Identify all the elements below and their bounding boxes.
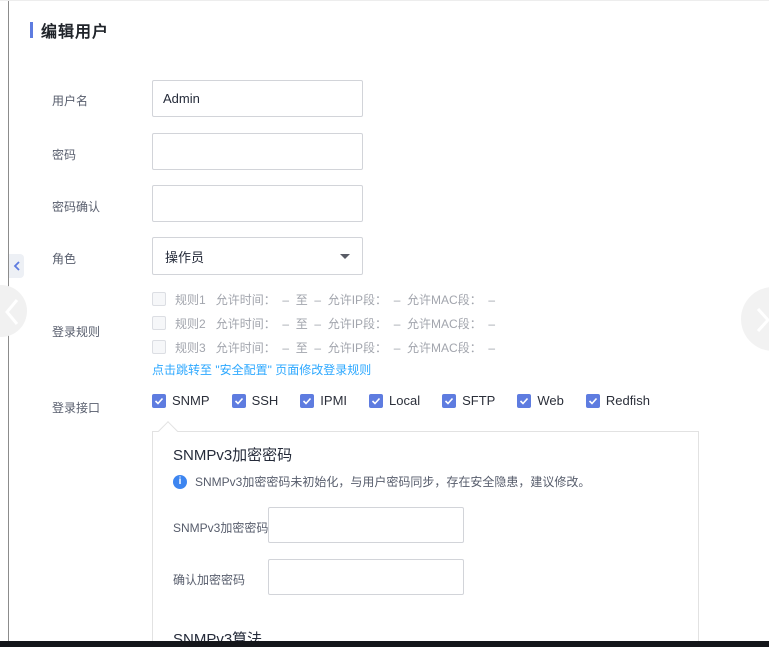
rule-detail: 允许时间： – 至 – 允许IP段： – 允许MAC段： –	[216, 315, 495, 332]
login-rule-row: 规则1 允许时间： – 至 – 允许IP段： – 允许MAC段： –	[152, 287, 495, 311]
checkbox-checked-icon	[300, 394, 314, 408]
interface-option-label: IPMI	[320, 393, 347, 408]
role-select-value: 操作员	[165, 247, 204, 266]
password-label: 密码	[52, 146, 76, 163]
rule-name: 规则1	[175, 291, 206, 308]
edit-user-page: 编辑用户 用户名 密码 密码确认 角色 操作员 登录规则 规则1 允许时间： –…	[0, 0, 769, 647]
interface-option-web[interactable]: Web	[517, 393, 564, 408]
interface-option-ssh[interactable]: SSH	[232, 393, 279, 408]
interface-option-local[interactable]: Local	[369, 393, 420, 408]
rule2-checkbox	[152, 316, 166, 330]
snmpv3-password-confirm-label: 确认加密密码	[173, 571, 245, 588]
snmpv3-password-input[interactable]	[268, 507, 464, 543]
interface-option-snmp[interactable]: SNMP	[152, 393, 210, 408]
password-confirm-input[interactable]	[152, 185, 363, 222]
snmpv3-password-label: SNMPv3加密密码	[173, 519, 268, 536]
chevron-left-icon	[5, 298, 19, 326]
checkbox-checked-icon	[232, 394, 246, 408]
info-icon: i	[173, 475, 187, 489]
username-label: 用户名	[52, 92, 88, 109]
checkbox-checked-icon	[369, 394, 383, 408]
page-title-text: 编辑用户	[41, 18, 109, 42]
rule-name: 规则3	[175, 339, 206, 356]
interface-option-label: Web	[537, 393, 564, 408]
checkbox-checked-icon	[442, 394, 456, 408]
login-interfaces-group: SNMP SSH IPMI Local SFTP Web Redfish	[152, 393, 650, 408]
interface-option-redfish[interactable]: Redfish	[586, 393, 650, 408]
interface-option-label: SNMP	[172, 393, 210, 408]
snmpv3-info-row: i SNMPv3加密密码未初始化，与用户密码同步，存在安全隐患，建议修改。	[173, 473, 590, 490]
rule-detail: 允许时间： – 至 – 允许IP段： – 允许MAC段： –	[216, 291, 495, 308]
chevron-down-icon	[340, 254, 350, 259]
interface-option-ipmi[interactable]: IPMI	[300, 393, 347, 408]
rule3-checkbox	[152, 340, 166, 354]
password-confirm-label: 密码确认	[52, 198, 100, 215]
snmpv3-password-confirm-input[interactable]	[268, 559, 464, 595]
password-input[interactable]	[152, 133, 363, 170]
chevron-right-icon	[756, 307, 769, 333]
interface-option-label: Local	[389, 393, 420, 408]
snmpv3-info-text: SNMPv3加密密码未初始化，与用户密码同步，存在安全隐患，建议修改。	[195, 473, 590, 490]
snmpv3-panel-title: SNMPv3加密密码	[173, 444, 292, 465]
chevron-left-icon	[13, 261, 21, 271]
interface-option-sftp[interactable]: SFTP	[442, 393, 495, 408]
title-accent-bar	[30, 22, 33, 38]
interface-option-label: SFTP	[462, 393, 495, 408]
login-rules-list: 规则1 允许时间： – 至 – 允许IP段： – 允许MAC段： – 规则2 允…	[152, 287, 495, 359]
sidebar-collapse-toggle[interactable]	[9, 254, 24, 278]
interface-option-label: SSH	[252, 393, 279, 408]
login-interfaces-label: 登录接口	[52, 399, 100, 416]
page-title: 编辑用户	[30, 18, 109, 42]
login-rules-label: 登录规则	[52, 323, 100, 340]
role-select[interactable]: 操作员	[152, 237, 363, 275]
rule-name: 规则2	[175, 315, 206, 332]
checkbox-checked-icon	[152, 394, 166, 408]
interface-option-label: Redfish	[606, 393, 650, 408]
role-label: 角色	[52, 250, 76, 267]
snmpv3-panel: SNMPv3加密密码 i SNMPv3加密密码未初始化，与用户密码同步，存在安全…	[152, 431, 699, 647]
rule1-checkbox	[152, 292, 166, 306]
login-rule-row: 规则2 允许时间： – 至 – 允许IP段： – 允许MAC段： –	[152, 311, 495, 335]
username-input[interactable]	[152, 80, 363, 117]
login-rule-row: 规则3 允许时间： – 至 – 允许IP段： – 允许MAC段： –	[152, 335, 495, 359]
checkbox-checked-icon	[517, 394, 531, 408]
bottom-window-edge	[0, 641, 769, 647]
rule-detail: 允许时间： – 至 – 允许IP段： – 允许MAC段： –	[216, 339, 495, 356]
security-config-link[interactable]: 点击跳转至 "安全配置" 页面修改登录规则	[152, 361, 371, 378]
checkbox-checked-icon	[586, 394, 600, 408]
